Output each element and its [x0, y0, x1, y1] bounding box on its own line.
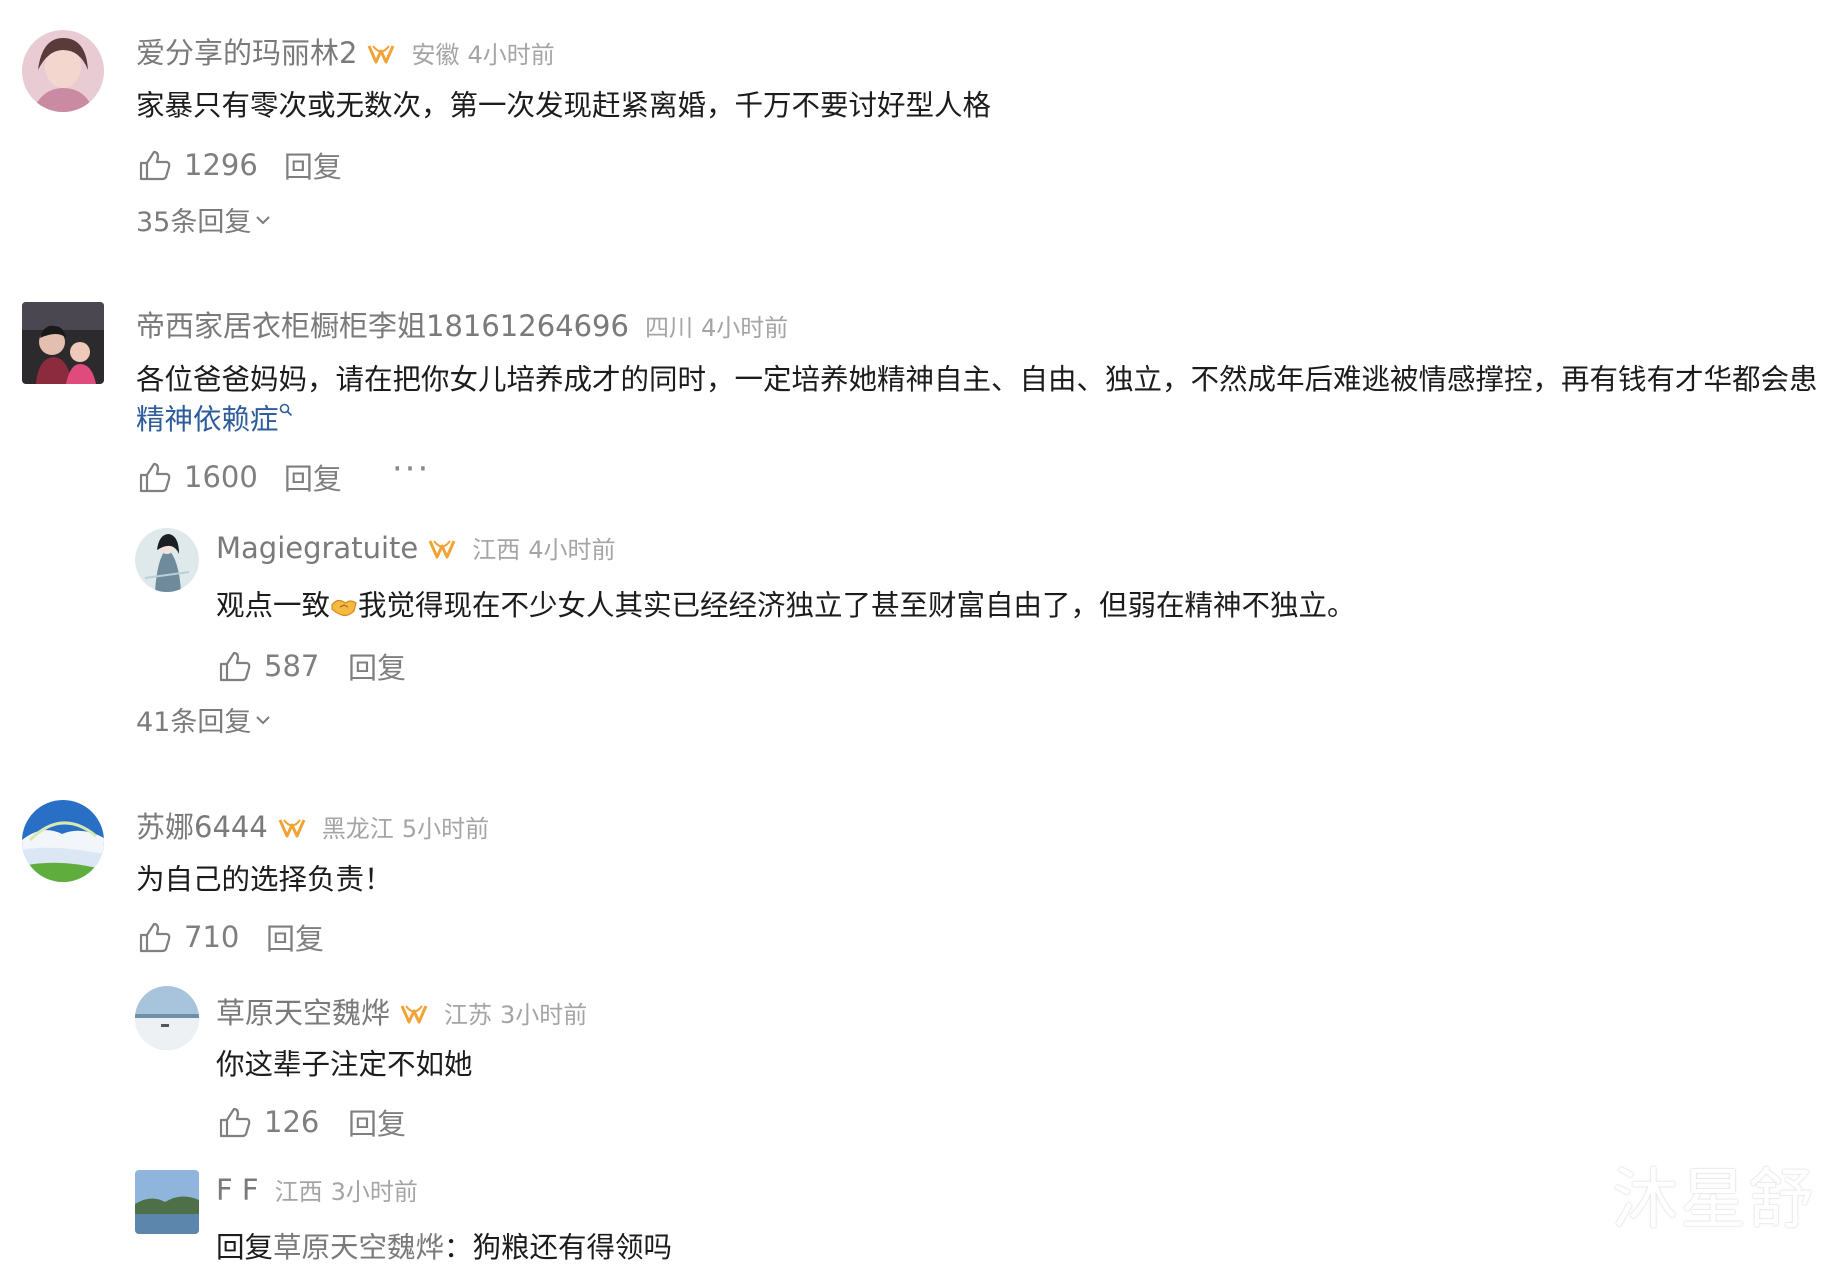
avatar[interactable] — [22, 800, 104, 882]
reply-button[interactable]: 回复 — [284, 144, 342, 186]
username[interactable]: 苏娜6444 — [136, 804, 268, 846]
avatar[interactable] — [22, 30, 104, 112]
reply-button[interactable]: 回复 — [266, 916, 324, 958]
reply-text-body: ：狗粮还有得领吗 — [444, 1231, 673, 1264]
avatar[interactable] — [135, 1170, 199, 1234]
username[interactable]: Magiegratuite — [216, 531, 418, 565]
timestamp: 4小时前 — [467, 41, 555, 69]
like-count: 1600 — [184, 460, 258, 494]
location: 黑龙江 — [321, 815, 394, 843]
username[interactable]: 爱分享的玛丽林2 — [136, 30, 357, 72]
reply-text-end: 我觉得现在不少女人其实已经经济独立了甚至财富自由了，但弱在精神不独立。 — [358, 589, 1356, 622]
topic-link[interactable]: 精神依赖症 — [136, 403, 279, 436]
avatar[interactable] — [135, 986, 199, 1050]
timestamp: 3小时前 — [330, 1178, 418, 1206]
reply-prefix: 回复 — [216, 1231, 274, 1264]
timestamp: 3小时前 — [500, 1001, 588, 1029]
thumbs-up-icon[interactable] — [218, 650, 252, 682]
location: 江西 — [274, 1178, 323, 1206]
thumbs-up-icon[interactable] — [138, 461, 172, 493]
replies-count-label: 41条回复 — [136, 707, 252, 738]
thumbs-up-icon[interactable] — [138, 921, 172, 953]
reply-text: 观点一致 我觉得现在不少女人其实已经经济独立了甚至财富自由了，但弱在精神不独立。 — [216, 586, 1356, 626]
timestamp: 4小时前 — [528, 536, 616, 564]
username[interactable]: F F — [216, 1173, 259, 1207]
like-count: 1296 — [184, 148, 258, 182]
vip-badge-icon — [278, 819, 306, 838]
search-icon — [279, 403, 292, 417]
username[interactable]: 帝西家居衣柜橱柜李姐18161264696 — [136, 303, 629, 345]
comment-text: 各位爸爸妈妈，请在把你女儿培养成才的同时，一定培养她精神自主、自由、独立，不然成… — [136, 360, 1826, 440]
expand-replies-link[interactable]: 35条回复 — [136, 200, 271, 239]
reply-text: 回复草原天空魏烨：狗粮还有得领吗 — [216, 1228, 672, 1268]
more-options-button[interactable]: ··· — [392, 449, 430, 489]
username[interactable]: 草原天空魏烨 — [216, 990, 390, 1032]
comment-text-body: 各位爸爸妈妈，请在把你女儿培养成才的同时，一定培养她精神自主、自由、独立，不然成… — [136, 363, 1818, 396]
expand-replies-link[interactable]: 41条回复 — [136, 700, 271, 739]
reply-text-start: 观点一致 — [216, 589, 331, 622]
vip-badge-icon — [368, 45, 395, 64]
mention-link[interactable]: 草原天空魏烨 — [273, 1231, 444, 1264]
thumbs-up-icon[interactable] — [218, 1106, 252, 1138]
thumbs-up-icon[interactable] — [138, 149, 172, 181]
avatar[interactable] — [22, 302, 104, 384]
comment-text: 为自己的选择负责！ — [136, 863, 393, 896]
location: 江西 — [472, 536, 521, 564]
reply-button[interactable]: 回复 — [348, 645, 406, 687]
reply-text: 你这辈子注定不如她 — [216, 1048, 473, 1081]
timestamp: 4小时前 — [700, 314, 789, 342]
comment-text: 家暴只有零次或无数次，第一次发现赶紧离婚，千万不要讨好型人格 — [136, 89, 992, 122]
like-count: 710 — [184, 920, 240, 954]
timestamp: 5小时前 — [401, 815, 490, 843]
replies-count-label: 35条回复 — [136, 207, 252, 238]
reply-button[interactable]: 回复 — [348, 1101, 406, 1143]
vip-badge-icon — [400, 1005, 428, 1024]
handshake-emoji-icon — [331, 599, 357, 617]
location: 江苏 — [444, 1001, 493, 1029]
location: 安徽 — [411, 41, 460, 69]
chevron-down-icon — [256, 215, 271, 224]
reply-button[interactable]: 回复 — [284, 456, 342, 498]
like-count: 126 — [264, 1105, 320, 1139]
avatar[interactable] — [135, 528, 199, 592]
location: 四川 — [644, 314, 693, 342]
like-count: 587 — [264, 649, 320, 683]
vip-badge-icon — [428, 540, 456, 559]
chevron-down-icon — [256, 715, 271, 724]
watermark: 沐星舒 — [1612, 1161, 1816, 1238]
